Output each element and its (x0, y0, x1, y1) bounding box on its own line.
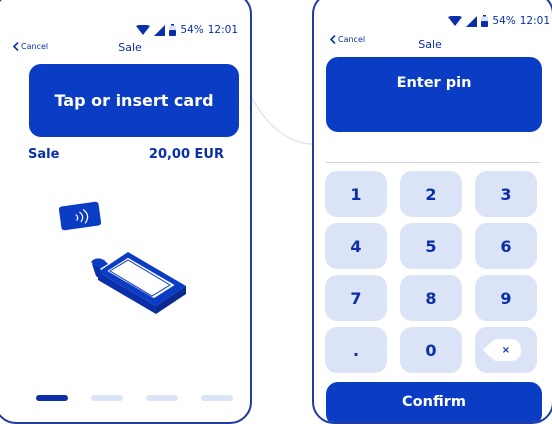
page-title: Sale (118, 41, 142, 54)
key-5[interactable]: 5 (400, 223, 462, 269)
pin-entry-screen: 54% 12:01 Cancel Sale Enter pin 1 2 3 4 … (312, 0, 552, 424)
key-0[interactable]: 0 (400, 327, 462, 373)
key-8[interactable]: 8 (400, 275, 462, 321)
clock: 12:01 (207, 24, 238, 36)
page-title: Sale (418, 38, 442, 51)
numeric-keypad: 1 2 3 4 5 6 7 8 9 . 0 × (325, 171, 537, 373)
delete-button[interactable]: × (475, 327, 537, 373)
key-3[interactable]: 3 (475, 171, 537, 217)
battery-percent: 54% (180, 24, 204, 36)
page-dot-active (36, 395, 68, 401)
card-terminal-illustration (58, 201, 186, 314)
top-nav: Cancel Sale (314, 35, 552, 51)
sale-label: Sale (28, 147, 60, 162)
key-2[interactable]: 2 (400, 171, 462, 217)
top-nav: Cancel Sale (0, 41, 250, 57)
battery-percent: 54% (492, 15, 516, 27)
key-4[interactable]: 4 (325, 223, 387, 269)
status-bar: 54% 12:01 (136, 24, 238, 36)
wifi-icon (448, 15, 463, 26)
contactless-card-icon (58, 201, 102, 231)
signal-icon (154, 24, 166, 36)
key-decimal[interactable]: . (325, 327, 387, 373)
backspace-icon: × (483, 339, 521, 361)
page-dot (91, 395, 123, 401)
instruction-banner: Tap or insert card (29, 64, 239, 137)
instruction-banner: Enter pin (326, 57, 542, 132)
page-dot (201, 395, 233, 401)
key-1[interactable]: 1 (325, 171, 387, 217)
status-bar: 54% 12:01 (448, 15, 550, 27)
wifi-icon (136, 24, 151, 35)
key-6[interactable]: 6 (475, 223, 537, 269)
page-indicator (36, 395, 233, 401)
pin-input-underline[interactable] (326, 162, 540, 163)
key-7[interactable]: 7 (325, 275, 387, 321)
signal-icon (466, 15, 478, 27)
battery-icon (481, 15, 489, 27)
card-payment-screen: 54% 12:01 Cancel Sale Tap or insert card… (0, 0, 252, 424)
battery-icon (169, 24, 177, 36)
sale-summary: Sale 20,00 EUR (28, 147, 224, 162)
sale-amount: 20,00 EUR (148, 147, 224, 162)
instruction-text: Enter pin (396, 75, 472, 91)
key-9[interactable]: 9 (475, 275, 537, 321)
payment-terminal-icon (91, 252, 186, 314)
page-dot (146, 395, 178, 401)
clock: 12:01 (519, 15, 550, 27)
